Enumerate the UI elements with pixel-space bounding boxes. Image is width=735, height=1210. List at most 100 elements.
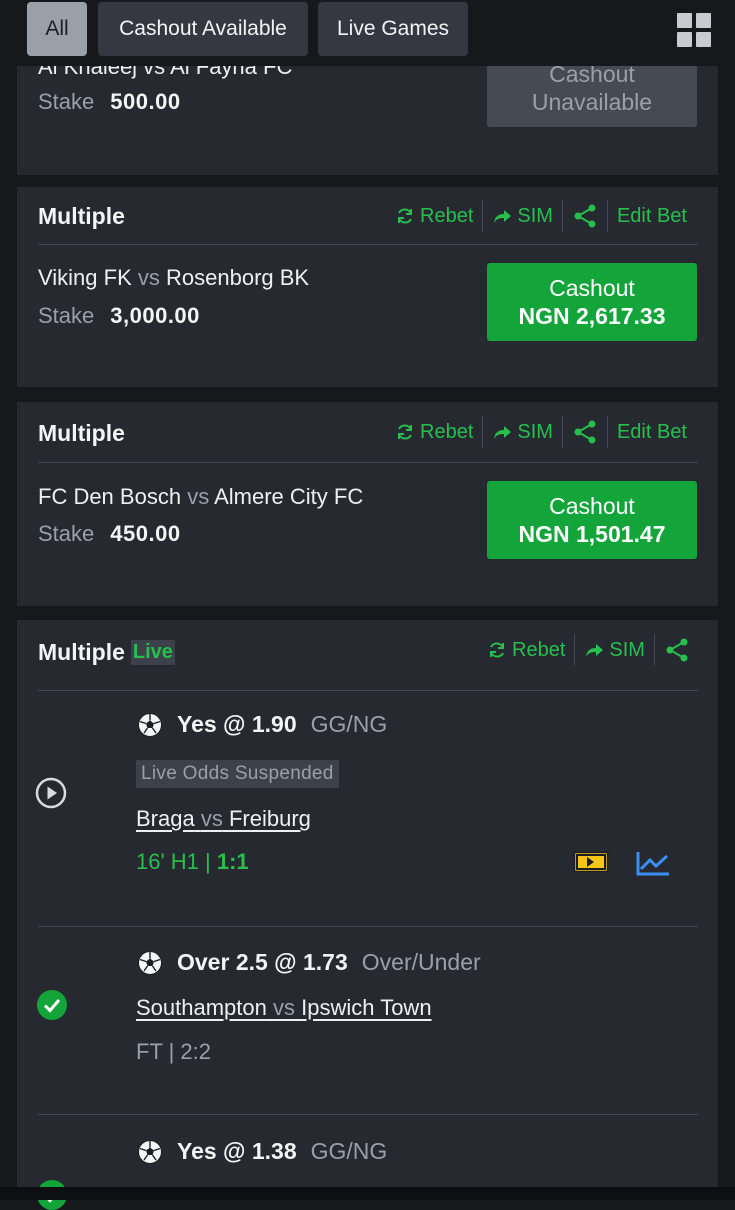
filter-bar: All Cashout Available Live Games bbox=[0, 0, 735, 66]
bet-card: Multiple Live Rebet SIM Yes @ 1.90 GG/NG … bbox=[17, 620, 718, 1210]
bet-type-title: Multiple bbox=[38, 420, 125, 446]
filter-all-tab[interactable]: All bbox=[27, 2, 87, 56]
stake-label: Stake bbox=[38, 89, 95, 114]
divider bbox=[561, 416, 563, 448]
home-team: Southampton bbox=[136, 995, 267, 1020]
vs-label: vs bbox=[187, 484, 210, 509]
sim-button[interactable]: SIM bbox=[492, 421, 553, 444]
selection-divider bbox=[38, 926, 698, 927]
home-team: Viking FK bbox=[38, 265, 132, 290]
play-icon[interactable] bbox=[35, 777, 67, 809]
share-button[interactable] bbox=[572, 203, 598, 229]
stake-row: Stake 3,000.00 bbox=[38, 303, 200, 329]
bet-type-title: Multiple Live bbox=[38, 639, 175, 666]
sim-label: SIM bbox=[609, 638, 645, 661]
card-divider bbox=[38, 244, 698, 245]
refresh-icon bbox=[490, 642, 504, 658]
stake-row: Stake 450.00 bbox=[38, 521, 181, 547]
home-team: FC Den Bosch bbox=[38, 484, 182, 509]
refresh-icon bbox=[398, 424, 412, 440]
stake-label: Stake bbox=[38, 521, 95, 546]
sim-label: SIM bbox=[517, 204, 553, 227]
divider bbox=[482, 416, 484, 448]
selection-pick: Yes @ 1.90 bbox=[177, 711, 297, 737]
cashout-label: Cashout bbox=[549, 275, 635, 301]
live-tracker-icon[interactable] bbox=[573, 850, 609, 874]
bet-actions: Rebet SIM Edit Bet bbox=[395, 414, 687, 450]
selection-market: Over/Under bbox=[361, 949, 481, 975]
stats-chart-icon[interactable] bbox=[635, 849, 671, 877]
filter-cashout-available-tab[interactable]: Cashout Available bbox=[98, 2, 308, 56]
selection-pick: Over 2.5 @ 1.73 bbox=[177, 949, 348, 975]
divider bbox=[482, 200, 484, 232]
share-icon bbox=[666, 638, 688, 662]
divider bbox=[606, 416, 608, 448]
divider bbox=[561, 200, 563, 232]
vs-label: vs bbox=[273, 995, 295, 1020]
match-time: 16' H1 | bbox=[136, 849, 211, 874]
cashout-label: Cashout bbox=[549, 493, 635, 519]
sim-button[interactable]: SIM bbox=[584, 639, 645, 662]
bet-card: Multiple Rebet SIM Edit Bet FC Den Bosch… bbox=[17, 402, 718, 606]
rebet-button[interactable]: Rebet bbox=[487, 639, 565, 662]
stake-row: Stake 500.00 bbox=[38, 89, 181, 115]
selection-row: Yes @ 1.90 GG/NG bbox=[137, 711, 387, 738]
refresh-icon bbox=[398, 208, 412, 224]
cashout-status: Unavailable bbox=[531, 89, 653, 115]
away-team: Rosenborg BK bbox=[166, 265, 310, 290]
rebet-button[interactable]: Rebet bbox=[395, 205, 473, 228]
card-divider bbox=[38, 690, 698, 691]
share-button[interactable] bbox=[572, 419, 598, 445]
card-divider bbox=[38, 462, 698, 463]
edit-bet-label: Edit Bet bbox=[616, 204, 687, 227]
match-name: Viking FK vs Rosenborg BK bbox=[38, 265, 309, 291]
check-circle-icon bbox=[37, 990, 67, 1020]
forward-arrow-icon bbox=[494, 426, 512, 439]
stake-value: 3,000.00 bbox=[110, 303, 200, 328]
selection-market: GG/NG bbox=[310, 1138, 388, 1164]
stake-value: 450.00 bbox=[110, 521, 181, 546]
forward-arrow-icon bbox=[586, 644, 604, 657]
bet-type-title: Multiple bbox=[38, 203, 125, 229]
selection-divider bbox=[38, 1114, 698, 1115]
rebet-label: Rebet bbox=[512, 638, 566, 661]
rebet-label: Rebet bbox=[420, 420, 474, 443]
cashout-button[interactable]: Cashout NGN 1,501.47 bbox=[487, 481, 697, 559]
selection-pick: Yes @ 1.38 bbox=[177, 1138, 297, 1164]
match-status: FT | 2:2 bbox=[136, 1039, 212, 1064]
soccer-ball-icon bbox=[138, 950, 162, 975]
home-team: Braga bbox=[136, 806, 195, 831]
share-button[interactable] bbox=[664, 637, 690, 663]
divider bbox=[653, 634, 655, 666]
odds-suspended-badge: Live Odds Suspended bbox=[136, 760, 339, 788]
match-status: 16' H1 | 1:1 bbox=[136, 849, 249, 875]
match-name: FC Den Bosch vs Almere City FC bbox=[38, 484, 363, 510]
cashout-amount: NGN 2,617.33 bbox=[518, 303, 666, 329]
sim-label: SIM bbox=[517, 420, 553, 443]
filter-live-games-tab[interactable]: Live Games bbox=[318, 2, 468, 56]
away-team: Almere City FC bbox=[214, 484, 364, 509]
stake-value: 500.00 bbox=[110, 89, 181, 114]
selection-row: Yes @ 1.38 GG/NG bbox=[137, 1138, 387, 1165]
share-icon bbox=[574, 204, 596, 228]
stake-label: Stake bbox=[38, 303, 95, 328]
cashout-button[interactable]: Cashout NGN 2,617.33 bbox=[487, 263, 697, 341]
away-team: Ipswich Town bbox=[301, 995, 432, 1020]
soccer-ball-icon bbox=[138, 1139, 162, 1164]
bet-card: Multiple Rebet SIM Edit Bet Viking FK vs… bbox=[17, 187, 718, 387]
away-team: Freiburg bbox=[228, 806, 311, 831]
grid-view-icon[interactable] bbox=[677, 13, 711, 47]
sim-button[interactable]: SIM bbox=[492, 205, 553, 228]
edit-bet-label: Edit Bet bbox=[616, 420, 687, 443]
edit-bet-button[interactable]: Edit Bet bbox=[617, 205, 687, 228]
match-link[interactable]: Southampton vs Ipswich Town bbox=[136, 995, 432, 1021]
match-link[interactable]: Braga vs Freiburg bbox=[136, 806, 311, 832]
bet-type-label: Multiple bbox=[38, 639, 125, 665]
rebet-button[interactable]: Rebet bbox=[395, 421, 473, 444]
bet-actions: Rebet SIM bbox=[487, 632, 690, 668]
edit-bet-button[interactable]: Edit Bet bbox=[617, 421, 687, 444]
live-badge: Live bbox=[130, 640, 175, 665]
bottom-bar bbox=[0, 1187, 735, 1200]
share-icon bbox=[574, 420, 596, 444]
cashout-amount: NGN 1,501.47 bbox=[518, 521, 666, 547]
